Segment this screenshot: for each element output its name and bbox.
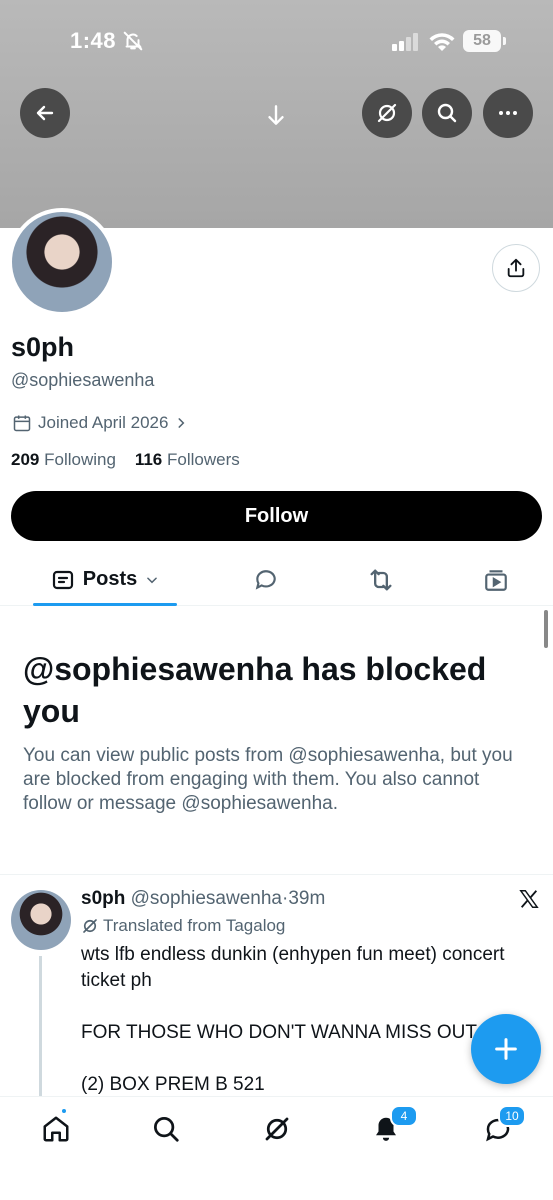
post-avatar[interactable] <box>11 890 71 950</box>
posts-icon <box>52 570 73 589</box>
profile-name: s0ph <box>11 332 75 362</box>
tab-replies[interactable] <box>246 553 286 606</box>
nav-search[interactable] <box>146 1109 186 1149</box>
following-count: 209 <box>11 450 40 469</box>
post-author-name[interactable]: s0ph <box>81 888 125 909</box>
share-profile-button[interactable] <box>492 244 540 292</box>
arrow-left-icon <box>36 105 54 121</box>
search-button[interactable] <box>422 88 472 138</box>
messages-badge: 10 <box>498 1105 526 1127</box>
grok-small-icon <box>83 919 97 933</box>
post-header: s0ph @sophiesawenha·39m <box>81 888 325 910</box>
nav-grok[interactable] <box>257 1109 297 1149</box>
tab-posts[interactable]: Posts <box>33 553 177 606</box>
avatar-image <box>12 212 112 312</box>
bottom-navigation: 4 10 <box>0 1096 553 1200</box>
following-label: Following <box>44 450 116 469</box>
blocked-description: You can view public posts from @sophiesa… <box>23 745 513 814</box>
post-text[interactable]: wts lfb endless dunkin (enhypen fun meet… <box>81 942 541 1098</box>
back-button[interactable] <box>20 88 70 138</box>
cellular-signal-icon <box>392 33 418 51</box>
reply-icon <box>255 569 276 590</box>
search-icon <box>437 103 457 123</box>
x-logo-icon <box>519 890 539 908</box>
notifications-badge: 4 <box>390 1105 418 1127</box>
more-options-button[interactable] <box>483 88 533 138</box>
grok-button[interactable] <box>362 88 412 138</box>
plus-icon <box>495 1038 517 1060</box>
follow-stats: 209 Following 116 Followers <box>11 450 240 470</box>
more-dots-icon <box>499 111 517 115</box>
nav-notifications[interactable]: 4 <box>366 1105 418 1149</box>
tab-media[interactable] <box>476 553 516 606</box>
profile-tabs: Posts <box>0 553 553 606</box>
followers-count: 116 <box>134 450 163 469</box>
active-tab-indicator <box>33 603 177 606</box>
media-icon <box>485 569 507 591</box>
post-time: 39m <box>288 888 326 909</box>
status-bar: 1:48 58 <box>0 26 553 60</box>
tab-reposts[interactable] <box>361 553 401 606</box>
joined-date[interactable]: Joined April 2026 <box>12 413 188 433</box>
followers-link[interactable]: 116 Followers <box>135 450 240 469</box>
post-author-handle[interactable]: @sophiesawenha <box>131 888 282 909</box>
translation-note[interactable]: Translated from Tagalog <box>81 916 285 936</box>
grok-icon <box>265 1117 289 1141</box>
battery-indicator: 58 <box>463 30 506 52</box>
thread-line <box>39 956 42 1096</box>
profile-handle: @sophiesawenha <box>11 370 155 390</box>
follow-button[interactable]: Follow <box>11 491 542 541</box>
nav-messages[interactable]: 10 <box>478 1105 526 1149</box>
chevron-right-icon <box>178 418 185 428</box>
blocked-title: @sophiesawenha has blocked you <box>23 651 487 729</box>
chevron-down-icon <box>147 576 158 583</box>
home-icon <box>43 1116 69 1142</box>
grok-icon <box>377 103 397 123</box>
calendar-icon <box>13 415 31 432</box>
tab-posts-label: Posts <box>82 568 138 590</box>
scrollbar[interactable] <box>544 610 548 648</box>
bell-muted-icon <box>123 31 143 51</box>
following-link[interactable]: 209 Following <box>11 450 116 469</box>
joined-text: Joined April 2026 <box>38 413 169 432</box>
home-unread-dot <box>60 1107 68 1115</box>
divider <box>0 874 553 875</box>
profile-avatar[interactable] <box>8 208 116 316</box>
followers-label: Followers <box>167 450 240 469</box>
search-icon <box>154 1117 179 1142</box>
arrow-down-icon[interactable] <box>263 102 289 128</box>
compose-button[interactable] <box>471 1014 541 1084</box>
status-time: 1:48 <box>70 28 117 53</box>
wifi-icon <box>429 33 455 51</box>
translation-text: Translated from Tagalog <box>103 916 286 935</box>
nav-home[interactable] <box>36 1107 76 1149</box>
share-icon <box>507 258 525 278</box>
repost-icon <box>370 569 392 590</box>
